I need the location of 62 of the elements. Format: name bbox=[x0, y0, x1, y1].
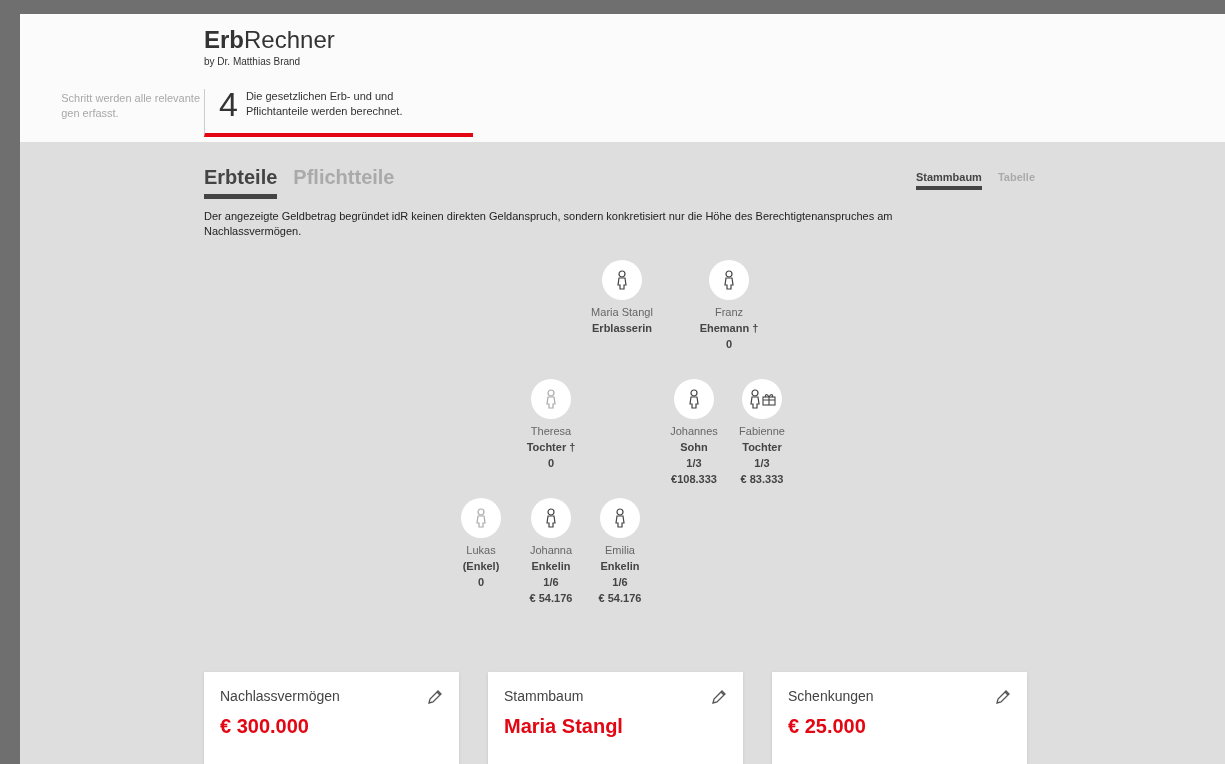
person-icon bbox=[748, 389, 761, 409]
person-node[interactable] bbox=[709, 260, 749, 300]
card-value: € 25.000 bbox=[788, 714, 867, 739]
person-share: 1/6 bbox=[612, 575, 628, 590]
card-title: Stammbaum bbox=[504, 687, 584, 706]
person-icon bbox=[616, 270, 628, 290]
person-icon bbox=[688, 389, 700, 409]
tab[interactable]: Erbteile bbox=[204, 162, 278, 199]
person-role: Sohn bbox=[680, 440, 708, 455]
person-share: 1/6 bbox=[543, 575, 559, 590]
person-name: Theresa bbox=[530, 424, 572, 439]
person-node[interactable] bbox=[531, 379, 571, 419]
app-logo: ErbRechner bbox=[204, 26, 335, 54]
view-tab[interactable]: Stammbaum bbox=[915, 168, 982, 190]
person-amount: € 83.333 bbox=[740, 472, 784, 487]
edit-icon[interactable] bbox=[711, 688, 727, 705]
person-share: 1/3 bbox=[686, 456, 702, 471]
person-amount: € 54.176 bbox=[529, 591, 573, 606]
person-node[interactable] bbox=[602, 260, 642, 300]
person-amount: €108.333 bbox=[671, 472, 717, 487]
step-number: 4 bbox=[219, 87, 238, 121]
gift-icon bbox=[761, 392, 776, 406]
edit-icon[interactable] bbox=[995, 688, 1011, 705]
person-role: (Enkel) bbox=[462, 559, 500, 574]
person-role: Tochter † bbox=[526, 440, 576, 455]
edit-icon[interactable] bbox=[427, 688, 443, 705]
person-name: Johanna bbox=[529, 543, 573, 558]
card-value: € 300.000 bbox=[220, 714, 310, 739]
person-share: 1/3 bbox=[754, 456, 770, 471]
person-node[interactable] bbox=[531, 498, 571, 538]
person-icon bbox=[545, 508, 557, 528]
person-icon bbox=[545, 389, 557, 409]
person-node[interactable] bbox=[461, 498, 501, 538]
person-amount: € 54.176 bbox=[598, 591, 642, 606]
person-name: Fabienne bbox=[739, 424, 785, 439]
person-name: Johannes bbox=[670, 424, 718, 439]
person-share: 0 bbox=[547, 456, 555, 471]
person-node[interactable] bbox=[674, 379, 714, 419]
byline: by Dr. Matthias Brand bbox=[204, 55, 302, 69]
card-value: Maria Stangl bbox=[504, 714, 624, 739]
card-title: Nachlassvermögen bbox=[220, 687, 340, 706]
person-role: Erblasserin bbox=[592, 321, 652, 336]
person-name: Maria Stangl bbox=[591, 305, 653, 320]
person-name: Franz bbox=[714, 305, 744, 320]
person-role: Enkelin bbox=[600, 559, 640, 574]
person-name: Emilia bbox=[605, 543, 635, 558]
person-icon bbox=[723, 270, 735, 290]
person-icon bbox=[475, 508, 487, 528]
step-description: Die gesetzlichen Erb- und und Pflichtanteile werden berechnet. bbox=[245, 89, 403, 119]
person-node[interactable] bbox=[600, 498, 640, 538]
notice-text: Der angezeigte Geldbetrag begründet idR keinen direkten Geldanspruch, sondern konkretisiert nur die Höhe des Berechtigtenanspruches am Nachlassvermögen. bbox=[204, 209, 894, 239]
person-role: Tochter bbox=[742, 440, 782, 455]
card-title: Schenkungen bbox=[788, 687, 874, 706]
person-role: Ehemann † bbox=[699, 321, 759, 336]
person-name: Lukas bbox=[466, 543, 496, 558]
step-description: Schritt werden alle relevante gen erfasst. bbox=[61, 91, 200, 121]
person-share: 0 bbox=[477, 575, 485, 590]
step-item[interactable]: 4 Die gesetzlichen Erb- und und Pflichtanteile werden berechnet. bbox=[204, 89, 473, 137]
person-node[interactable] bbox=[742, 379, 782, 419]
person-icon bbox=[614, 508, 626, 528]
person-role: Enkelin bbox=[531, 559, 571, 574]
person-share: 0 bbox=[725, 337, 733, 352]
